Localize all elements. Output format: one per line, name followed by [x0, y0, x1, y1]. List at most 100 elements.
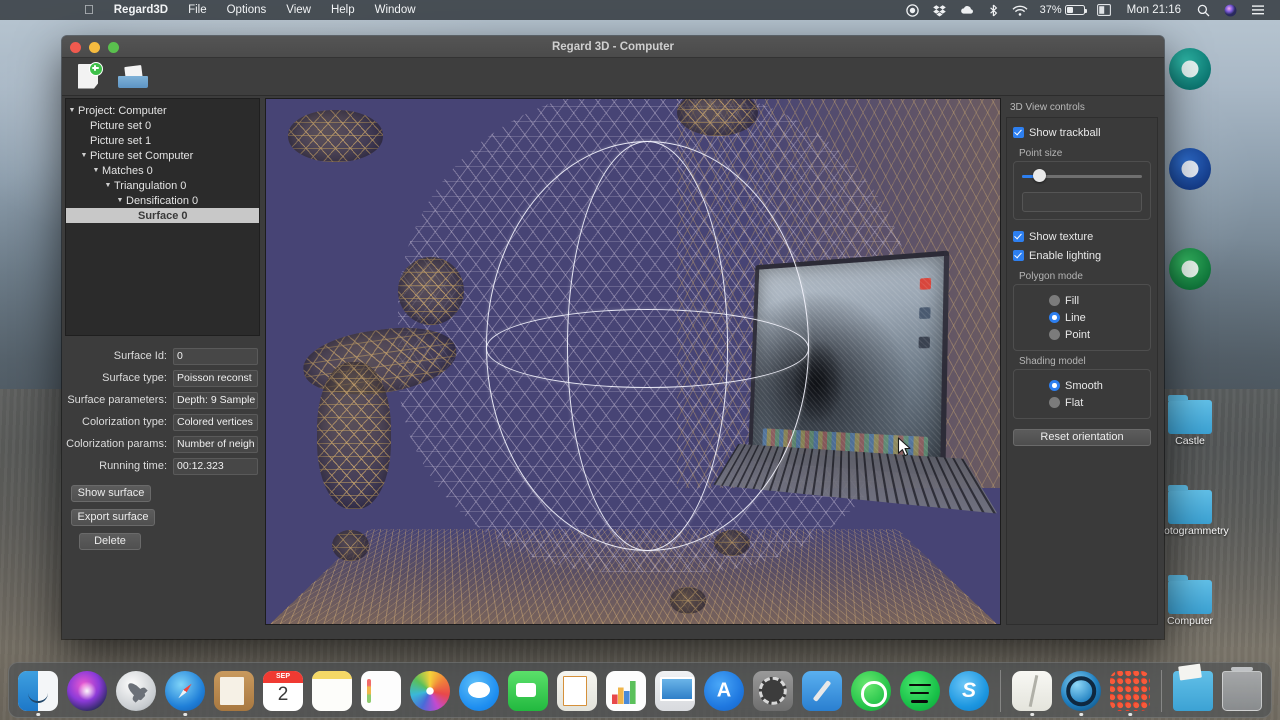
slider-handle[interactable]: [1033, 169, 1046, 182]
polygon-mode-option-fill[interactable]: Fill: [1022, 292, 1142, 309]
menu-item-view[interactable]: View: [276, 0, 321, 20]
tree-disclosure-icon[interactable]: ▼: [114, 193, 126, 208]
polygon-mode-option-point[interactable]: Point: [1022, 326, 1142, 343]
dock-item-messages[interactable]: [456, 667, 502, 717]
dropbox-icon[interactable]: [926, 4, 953, 17]
dock-item-reminders[interactable]: [358, 667, 404, 717]
dock-item-downloads-folder[interactable]: [1170, 667, 1216, 717]
dock-item-quicktime[interactable]: [1058, 667, 1104, 717]
dock-item-notes[interactable]: [309, 667, 355, 717]
tree-disclosure-icon[interactable]: ▼: [90, 163, 102, 178]
dock-item-photos[interactable]: [407, 667, 453, 717]
menu-item-file[interactable]: File: [178, 0, 217, 20]
polygon-mode-radio-line[interactable]: [1049, 312, 1060, 323]
enable-lighting-row[interactable]: Enable lighting: [1013, 247, 1151, 264]
menu-item-window[interactable]: Window: [365, 0, 426, 20]
dock-item-whatsapp[interactable]: [848, 667, 894, 717]
property-value[interactable]: Depth: 9 Sample: [173, 391, 258, 409]
tree-item-picture-set-1[interactable]: ▼▼Picture set 1: [66, 133, 259, 148]
dock-item-calendar[interactable]: SEP 2: [260, 667, 306, 717]
property-value[interactable]: Number of neigh: [173, 435, 258, 453]
menu-app-name[interactable]: Regard3D: [104, 4, 178, 16]
tree-item-picture-set-computer[interactable]: ▼▼Picture set Computer: [66, 148, 259, 163]
menu-bar-clock[interactable]: Mon 21:16: [1118, 4, 1190, 16]
dock-item-skype[interactable]: [946, 667, 992, 717]
show-texture-row[interactable]: Show texture: [1013, 228, 1151, 245]
shading-model-radio-smooth[interactable]: [1049, 380, 1060, 391]
project-tree[interactable]: ▼Project: Computer▼▼Picture set 0▼▼Pictu…: [65, 98, 260, 336]
property-value[interactable]: Poisson reconst: [173, 369, 258, 387]
menu-item-options[interactable]: Options: [217, 0, 277, 20]
cloud-icon[interactable]: [953, 4, 982, 17]
point-size-slider[interactable]: [1022, 169, 1142, 183]
bluetooth-icon[interactable]: [982, 4, 1005, 17]
dock-item-launchpad[interactable]: [113, 667, 159, 717]
dock-item-facetime[interactable]: [505, 667, 551, 717]
dock-item-regard3d[interactable]: [1107, 667, 1153, 717]
menu-item-help[interactable]: Help: [321, 0, 365, 20]
enable-lighting-checkbox[interactable]: [1013, 250, 1024, 261]
notification-center-icon[interactable]: [1244, 4, 1272, 16]
tree-disclosure-icon[interactable]: ▼: [102, 178, 114, 193]
dock-item-trash[interactable]: [1219, 667, 1265, 717]
dock-item-app-store[interactable]: [701, 667, 747, 717]
polygon-mode-radio-point[interactable]: [1049, 329, 1060, 340]
property-value[interactable]: Colored vertices: [173, 413, 258, 431]
property-value[interactable]: 0: [173, 347, 258, 365]
reset-orientation-button[interactable]: Reset orientation: [1013, 429, 1151, 446]
mesh-blob-pebble-a: [713, 529, 751, 556]
dock-item-spotify[interactable]: [897, 667, 943, 717]
screen-record-icon[interactable]: [899, 3, 926, 17]
show-trackball-checkbox[interactable]: [1013, 127, 1024, 138]
tree-disclosure-icon[interactable]: ▼: [78, 148, 90, 163]
wifi-icon[interactable]: [1005, 4, 1035, 17]
tree-item-label: Picture set Computer: [90, 149, 194, 162]
tree-indent: ▼: [78, 163, 90, 178]
tree-item-densification-0[interactable]: ▼▼▼▼▼Densification 0: [66, 193, 259, 208]
tree-disclosure-icon[interactable]: ▼: [66, 103, 78, 118]
show-texture-checkbox[interactable]: [1013, 231, 1024, 242]
delete-button[interactable]: Delete: [79, 533, 141, 550]
apple-menu-icon[interactable]: : [74, 0, 104, 20]
dock-item-safari[interactable]: [162, 667, 208, 717]
dock-item-keynote[interactable]: [652, 667, 698, 717]
shading-model-option-flat[interactable]: Flat: [1022, 394, 1142, 411]
dock-item-pages[interactable]: [554, 667, 600, 717]
3d-viewport[interactable]: [265, 98, 1001, 625]
battery-status[interactable]: 37%: [1035, 4, 1090, 16]
input-source-icon[interactable]: [1090, 4, 1118, 16]
dock-item-xcode[interactable]: [799, 667, 845, 717]
export-surface-button[interactable]: Export surface: [71, 509, 155, 526]
dock: SEP 2: [8, 662, 1272, 718]
polygon-mode-label-line: Line: [1065, 311, 1086, 324]
new-project-button[interactable]: [74, 61, 108, 92]
window-title-bar[interactable]: Regard 3D - Computer: [62, 36, 1164, 58]
show-trackball-row[interactable]: Show trackball: [1013, 124, 1151, 141]
tree-item-project-computer[interactable]: ▼ Project: Computer: [66, 103, 259, 118]
property-value[interactable]: 00:12.323: [173, 457, 258, 475]
siri-icon[interactable]: [1217, 4, 1244, 17]
polygon-mode-option-line[interactable]: Line: [1022, 309, 1142, 326]
open-project-button[interactable]: [116, 62, 150, 92]
spotlight-search-icon[interactable]: [1190, 4, 1217, 17]
polygon-mode-radio-fill[interactable]: [1049, 295, 1060, 306]
tree-item-triangulation-0[interactable]: ▼▼▼▼Triangulation 0: [66, 178, 259, 193]
tree-item-picture-set-0[interactable]: ▼▼Picture set 0: [66, 118, 259, 133]
window-title: Regard 3D - Computer: [551, 41, 675, 53]
tree-item-surface-0[interactable]: ▼▼▼▼▼▼Surface 0: [66, 208, 259, 223]
show-surface-button[interactable]: Show surface: [71, 485, 151, 502]
dock-item-textedit[interactable]: [1009, 667, 1055, 717]
shading-model-option-smooth[interactable]: Smooth: [1022, 377, 1142, 394]
laptop-screen-icon-a: [919, 277, 931, 290]
tree-item-matches-0[interactable]: ▼▼▼Matches 0: [66, 163, 259, 178]
tree-disclosure-icon: ▼: [78, 118, 90, 133]
right-panel: 3D View controls Show trackball Point si…: [1004, 96, 1164, 639]
point-size-value-field[interactable]: [1022, 192, 1142, 212]
polygon-mode-group: Fill Line Point: [1013, 284, 1151, 351]
dock-item-system-preferences[interactable]: [750, 667, 796, 717]
shading-model-radio-flat[interactable]: [1049, 397, 1060, 408]
dock-item-siri[interactable]: [64, 667, 110, 717]
dock-item-numbers[interactable]: [603, 667, 649, 717]
dock-item-contacts[interactable]: [211, 667, 257, 717]
dock-item-finder[interactable]: [15, 667, 61, 717]
